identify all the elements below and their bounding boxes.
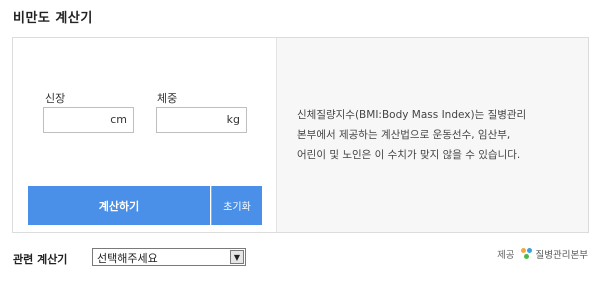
- description-line: 본부에서 제공하는 계산법으로 운동선수, 임산부,: [297, 129, 511, 141]
- related-calculator-select[interactable]: 선택해주세요 ▼: [92, 248, 246, 266]
- weight-input[interactable]: [161, 111, 217, 129]
- chevron-down-icon[interactable]: ▼: [230, 250, 244, 264]
- description-line: 어린이 및 노인은 이 수치가 맞지 않을 수 있습니다.: [297, 149, 521, 161]
- kcdc-logo-icon: [520, 248, 533, 260]
- provider-name: 질병관리본부: [535, 250, 588, 261]
- weight-label: 체중: [157, 92, 178, 105]
- page-title: 비만도 계산기: [13, 11, 93, 26]
- height-label: 신장: [45, 92, 66, 105]
- height-input[interactable]: [48, 111, 104, 129]
- input-area: 신장 cm 체중 kg 계산하기 초기화: [13, 38, 277, 232]
- description-line: 신체질량지수(BMI:Body Mass Index)는 질병관리: [297, 109, 527, 121]
- provider-prefix: 제공: [497, 250, 515, 261]
- height-field[interactable]: cm: [43, 107, 134, 133]
- select-value: 선택해주세요: [97, 252, 158, 265]
- calculator-panel: 신장 cm 체중 kg 계산하기 초기화 신체질량지수(BMI:Body Mas…: [12, 37, 589, 233]
- reset-button[interactable]: 초기화: [211, 186, 262, 225]
- related-calculators-label: 관련 계산기: [13, 253, 68, 266]
- calculate-button[interactable]: 계산하기: [28, 186, 210, 225]
- weight-unit: kg: [226, 113, 240, 126]
- provider-credit: 제공 질병관리본부: [497, 247, 588, 261]
- weight-field[interactable]: kg: [156, 107, 247, 133]
- info-area: 신체질량지수(BMI:Body Mass Index)는 질병관리 본부에서 제…: [277, 38, 588, 232]
- bmi-description: 신체질량지수(BMI:Body Mass Index)는 질병관리 본부에서 제…: [297, 105, 587, 165]
- height-unit: cm: [110, 113, 127, 126]
